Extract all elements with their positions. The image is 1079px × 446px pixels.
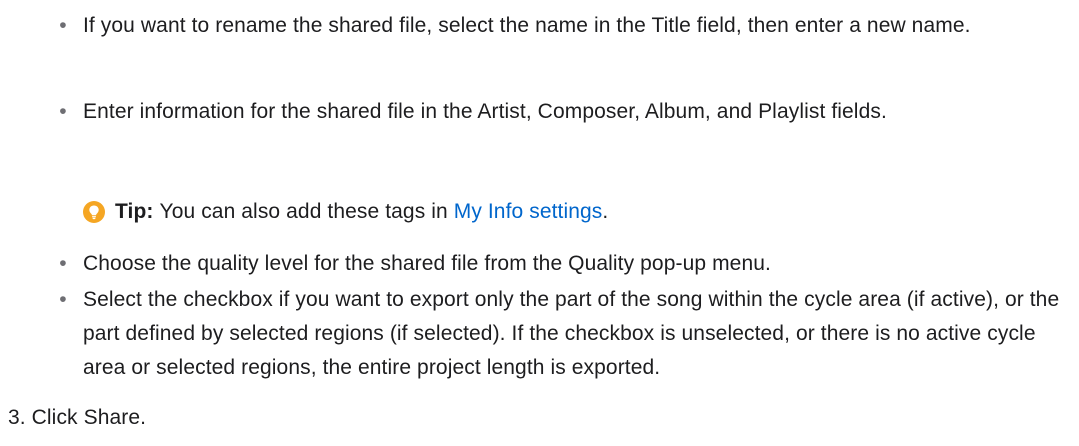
list-item-text: Select the checkbox if you want to expor… [83,288,1060,379]
step-number: 3. [8,406,26,429]
list-item-text: Enter information for the shared file in… [83,100,887,123]
tip-suffix: . [602,200,609,223]
tip-label: Tip: [115,200,154,223]
tip-callout: Tip: You can also add these tags in My I… [83,195,1063,229]
bullet-dot: • [59,14,67,37]
tip-text: You can also add these tags in [159,200,448,223]
bullet-dot: • [59,100,67,123]
lightbulb-icon [83,201,105,223]
my-info-settings-link[interactable]: My Info settings [454,195,603,229]
bullet-dot: • [59,288,67,311]
list-item-text: If you want to rename the shared file, s… [83,14,971,37]
bullet-dot: • [59,252,67,275]
list-item-text: Choose the quality level for the shared … [83,252,771,275]
step-text: Click Share. [31,406,147,429]
step-item: 3. Click Share. [8,401,1068,435]
